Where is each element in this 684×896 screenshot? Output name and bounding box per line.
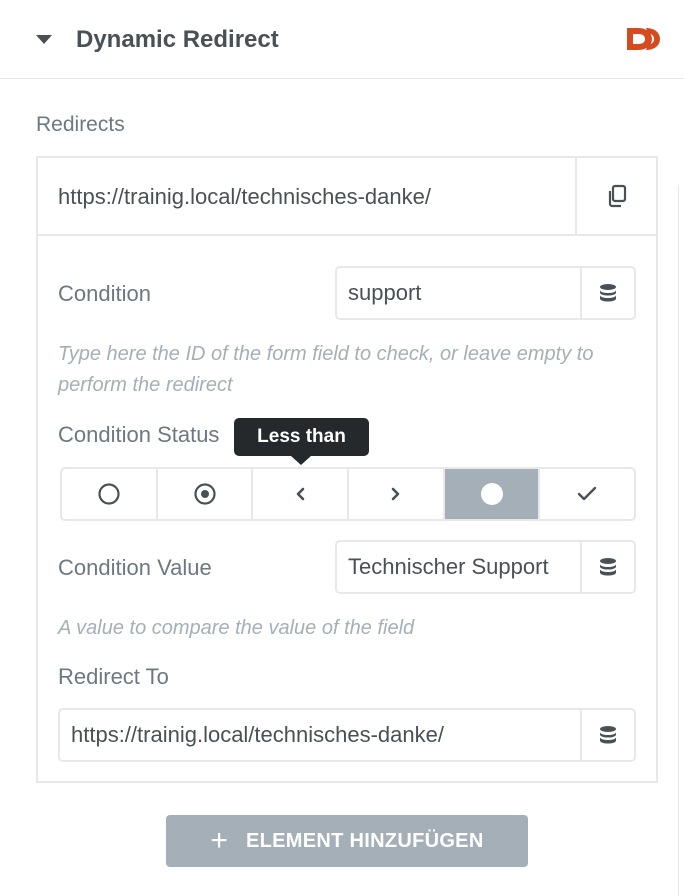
condition-value-input[interactable]: Technischer Support [337,542,580,592]
choice-equal[interactable] [444,469,541,519]
dynamic-tags-button[interactable] [580,542,634,592]
choice-less-than[interactable] [253,469,350,519]
condition-label: Condition [58,281,151,306]
database-icon [600,284,616,302]
duplicate-button[interactable] [575,158,656,234]
redirects-label: Redirects [36,113,125,136]
chevron-left-icon [296,487,305,501]
section-title: Dynamic Redirect [76,26,279,53]
repeater-item-header[interactable]: https://trainig.local/technisches-danke/ [38,158,656,236]
database-icon [600,558,616,576]
choice-not-empty[interactable] [158,469,254,519]
choice-empty[interactable] [62,469,158,519]
condition-value-description: A value to compare the value of the fiel… [58,617,415,639]
redirect-to-input[interactable]: https://trainig.local/technisches-danke/ [60,710,580,760]
dynamic-tags-button[interactable] [580,268,634,318]
redirect-to-label: Redirect To [58,664,169,689]
filled-circle-icon [480,483,503,505]
empty-circle-icon [98,483,120,505]
condition-input[interactable]: support [337,268,580,318]
condition-field: support [335,266,636,320]
chevron-right-icon [391,487,400,501]
condition-status-label: Condition Status [58,422,220,447]
plus-icon: + [210,824,228,857]
condition-description: Type here the ID of the form field to ch… [58,343,594,396]
repeater-item-title[interactable]: https://trainig.local/technisches-danke/ [58,184,431,210]
copy-icon [608,184,626,208]
section-header[interactable]: Dynamic Redirect [0,0,684,79]
database-icon [600,726,616,744]
caret-down-icon[interactable] [36,35,52,44]
scrollbar[interactable] [678,185,684,896]
redirect-repeater: https://trainig.local/technisches-danke/… [36,156,658,783]
check-icon [577,486,597,501]
dynamic-ooo-logo-icon [627,28,660,50]
add-item-button[interactable]: + ELEMENT HINZUFÜGEN [166,815,528,867]
target-circle-icon [193,483,216,505]
condition-value-label: Condition Value [58,555,212,580]
choice-greater-than[interactable] [349,469,445,519]
tooltip: Less than [234,418,369,465]
redirect-to-field: https://trainig.local/technisches-danke/ [58,708,636,762]
add-item-label: ELEMENT HINZUFÜGEN [245,829,484,852]
dynamic-tags-button[interactable] [580,710,634,760]
choice-check[interactable] [540,469,634,519]
condition-value-field: Technischer Support [335,540,636,594]
condition-status-choices [60,467,636,521]
